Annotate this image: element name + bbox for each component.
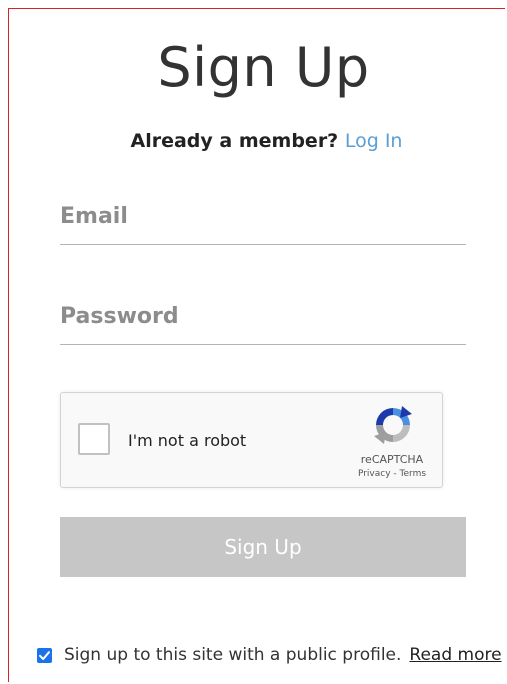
member-prompt-text: Already a member? <box>130 130 339 152</box>
recaptcha-terms-link[interactable]: Terms <box>400 469 427 479</box>
recaptcha-checkbox[interactable] <box>78 423 110 455</box>
recaptcha-link-separator: - <box>390 469 400 479</box>
signup-panel <box>8 8 505 682</box>
page-title: Sign Up <box>157 36 370 99</box>
public-profile-checkbox[interactable] <box>37 647 52 663</box>
password-field[interactable] <box>60 288 466 344</box>
recaptcha-brand: reCAPTCHA <box>360 453 424 466</box>
read-more-link[interactable]: Read more <box>409 645 501 665</box>
recaptcha-label: I'm not a robot <box>128 431 247 450</box>
public-profile-label: Sign up to this site with a public profi… <box>64 645 402 665</box>
recaptcha-privacy-link[interactable]: Privacy <box>358 469 391 479</box>
public-profile-option: Sign up to this site with a public profi… <box>37 644 502 666</box>
recaptcha-links: Privacy - Terms <box>347 469 437 479</box>
email-field-wrapper <box>60 188 466 245</box>
checkmark-icon <box>39 650 50 660</box>
signup-button[interactable]: Sign Up <box>60 517 466 577</box>
recaptcha-logo-icon <box>374 406 412 444</box>
password-field-wrapper <box>60 288 466 345</box>
email-field[interactable] <box>60 188 466 244</box>
member-prompt: Already a member? Log In <box>0 130 507 152</box>
recaptcha-widget: I'm not a robot reCAPTCHA Privacy - Term… <box>60 392 443 488</box>
login-link[interactable]: Log In <box>345 130 403 152</box>
